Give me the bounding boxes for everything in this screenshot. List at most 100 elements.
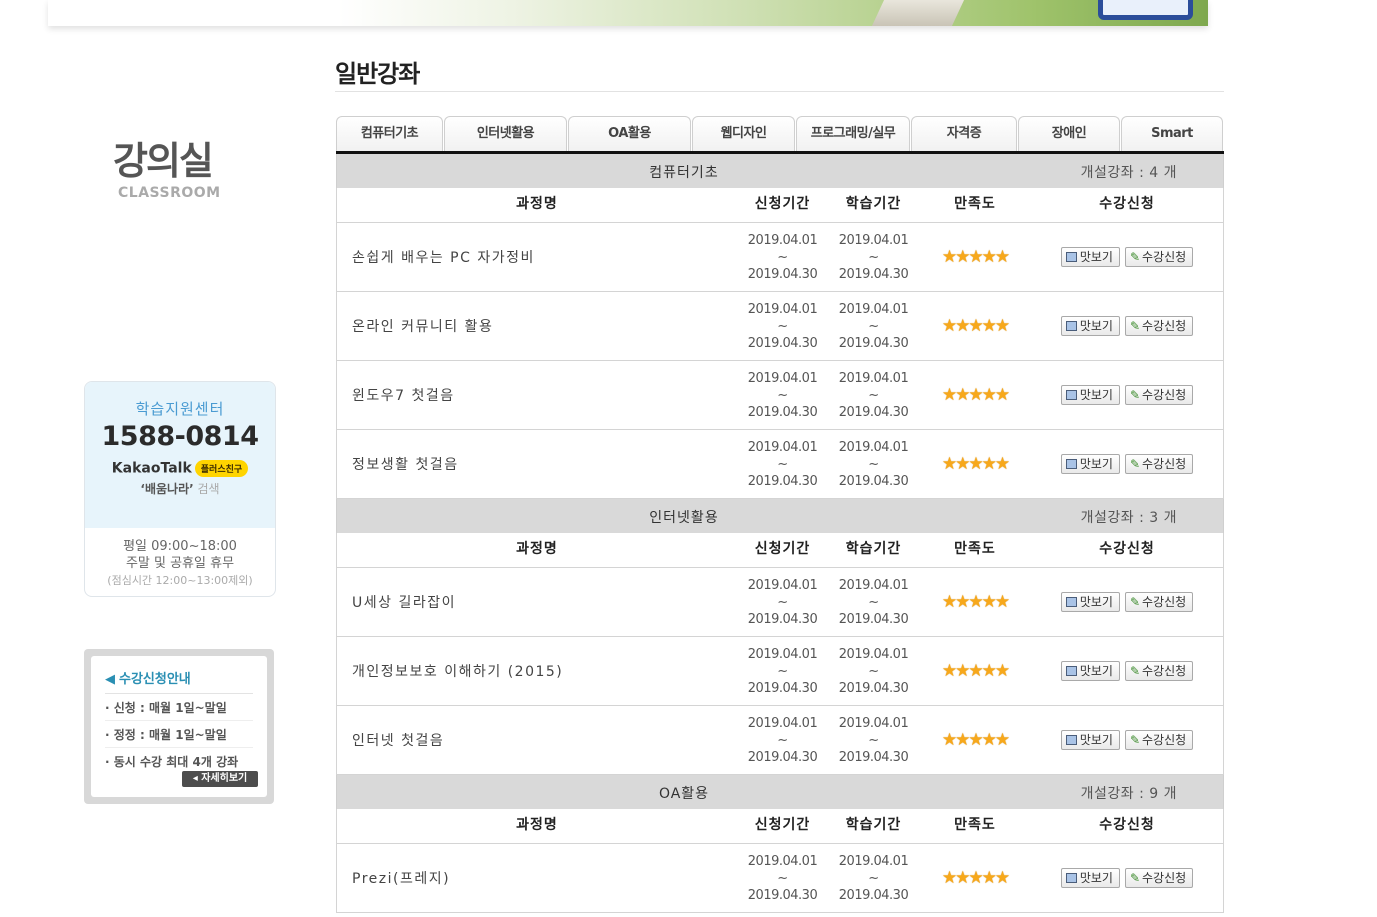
column-header-row: 과정명 신청기간 학습기간 만족도 수강신청 (336, 809, 1224, 844)
tab-internet[interactable]: 인터넷활용 (444, 116, 567, 151)
pencil-icon: ✎ (1129, 319, 1140, 333)
enroll-button[interactable]: ✎ 수강신청 (1124, 385, 1194, 405)
date-separator: ~ (868, 663, 879, 679)
apply-start: 2019.04.01 (747, 439, 818, 455)
course-name[interactable]: 인터넷 첫걸음 (337, 730, 737, 750)
action-buttons: 맛보기 ✎ 수강신청 (1031, 247, 1223, 267)
sidebar-subtitle: CLASSROOM (118, 185, 221, 201)
tab-computer-basics[interactable]: 컴퓨터기초 (336, 116, 443, 151)
col-course-name: 과정명 (516, 196, 558, 212)
study-period: 2019.04.01 ~ 2019.04.30 (828, 715, 919, 766)
enroll-button[interactable]: ✎ 수강신청 (1124, 592, 1194, 612)
sidebar-title: 강의실 (113, 139, 214, 183)
help-phone-number: 1588-0814 (101, 421, 260, 452)
study-start: 2019.04.01 (838, 853, 909, 869)
study-end: 2019.04.30 (838, 611, 909, 627)
satisfaction-stars-icon: ★★★★★ (941, 454, 1010, 474)
study-period: 2019.04.01 ~ 2019.04.30 (828, 439, 919, 490)
apply-end: 2019.04.30 (747, 749, 818, 765)
group-name: OA활용 (658, 786, 710, 802)
action-buttons: 맛보기 ✎ 수강신청 (1031, 592, 1223, 612)
tab-programming[interactable]: 프로그래밍/실무 (796, 116, 910, 151)
action-buttons: 맛보기 ✎ 수강신청 (1031, 730, 1223, 750)
kakao-row: KakaoTalk 플러스친구 (85, 460, 275, 477)
study-end: 2019.04.30 (838, 404, 909, 420)
preview-button[interactable]: 맛보기 (1060, 868, 1120, 888)
enroll-button[interactable]: ✎ 수강신청 (1124, 868, 1194, 888)
action-buttons: 맛보기 ✎ 수강신청 (1031, 316, 1223, 336)
enroll-button[interactable]: ✎ 수강신청 (1124, 316, 1194, 336)
course-name[interactable]: U세상 길라잡이 (337, 592, 737, 612)
preview-button[interactable]: 맛보기 (1060, 316, 1120, 336)
date-separator: ~ (868, 387, 879, 403)
enroll-button[interactable]: ✎ 수강신청 (1124, 661, 1194, 681)
course-name[interactable]: 정보생활 첫걸음 (337, 454, 737, 474)
study-start: 2019.04.01 (838, 577, 909, 593)
table-row: Prezi(프레지) 2019.04.01 ~ 2019.04.30 2019.… (336, 844, 1224, 913)
pencil-icon: ✎ (1129, 388, 1140, 402)
study-end: 2019.04.30 (838, 749, 909, 765)
group-name: 인터넷활용 (649, 510, 719, 526)
preview-button[interactable]: 맛보기 (1060, 661, 1120, 681)
table-row: 온라인 커뮤니티 활용 2019.04.01 ~ 2019.04.30 2019… (336, 292, 1224, 361)
tab-certification[interactable]: 자격증 (911, 116, 1017, 151)
tab-web-design[interactable]: 웹디자인 (692, 116, 795, 151)
date-separator: ~ (777, 456, 788, 472)
study-start: 2019.04.01 (838, 646, 909, 662)
table-row: 인터넷 첫걸음 2019.04.01 ~ 2019.04.30 2019.04.… (336, 706, 1224, 775)
col-apply-period: 신청기간 (754, 541, 811, 557)
course-name[interactable]: 윈도우7 첫걸음 (337, 385, 737, 405)
preview-button[interactable]: 맛보기 (1060, 247, 1120, 267)
hours-weekday: 평일 09:00~18:00 (123, 539, 237, 554)
hours-weekend: 주말 및 공휴일 휴무 (125, 556, 235, 571)
tab-oa[interactable]: OA활용 (568, 116, 691, 151)
kakao-plusfriend-badge: 플러스친구 (194, 460, 249, 477)
date-separator: ~ (777, 387, 788, 403)
study-start: 2019.04.01 (838, 370, 909, 386)
preview-button[interactable]: 맛보기 (1060, 385, 1120, 405)
preview-button[interactable]: 맛보기 (1060, 592, 1120, 612)
apply-start: 2019.04.01 (747, 646, 818, 662)
hours-lunch: (점심시간 12:00~13:00제외) (107, 574, 253, 587)
date-separator: ~ (868, 318, 879, 334)
help-hours: 평일 09:00~18:00 주말 및 공휴일 휴무 (점심시간 12:00~1… (85, 528, 275, 589)
col-satisfaction: 만족도 (954, 541, 996, 557)
table-row: U세상 길라잡이 2019.04.01 ~ 2019.04.30 2019.04… (336, 568, 1224, 637)
tab-smart[interactable]: Smart (1121, 116, 1223, 151)
pencil-icon: ✎ (1129, 733, 1140, 747)
apply-end: 2019.04.30 (747, 404, 818, 420)
date-separator: ~ (777, 594, 788, 610)
satisfaction-stars-icon: ★★★★★ (941, 592, 1010, 612)
category-tabs: 컴퓨터기초 인터넷활용 OA활용 웹디자인 프로그래밍/실무 자격증 장애인 S… (336, 116, 1224, 154)
notice-more-button[interactable]: ◂ 자세히보기 (182, 771, 258, 787)
course-name[interactable]: 손쉽게 배우는 PC 자가정비 (337, 247, 737, 267)
study-end: 2019.04.30 (838, 473, 909, 489)
preview-button[interactable]: 맛보기 (1060, 454, 1120, 474)
apply-start: 2019.04.01 (747, 853, 818, 869)
preview-button[interactable]: 맛보기 (1060, 730, 1120, 750)
table-row: 개인정보보호 이해하기 (2015) 2019.04.01 ~ 2019.04.… (336, 637, 1224, 706)
apply-end: 2019.04.30 (747, 266, 818, 282)
apply-period: 2019.04.01 ~ 2019.04.30 (737, 439, 828, 490)
satisfaction-stars-icon: ★★★★★ (941, 661, 1010, 681)
date-separator: ~ (777, 318, 788, 334)
pencil-icon: ✎ (1129, 457, 1140, 471)
study-period: 2019.04.01 ~ 2019.04.30 (828, 370, 919, 421)
enroll-button[interactable]: ✎ 수강신청 (1124, 730, 1194, 750)
notice-line-apply: · 신청 : 매월 1일~말일 (105, 694, 253, 721)
action-buttons: 맛보기 ✎ 수강신청 (1031, 868, 1223, 888)
course-table: 컴퓨터기초 개설강좌 : 4 개 과정명 신청기간 학습기간 만족도 수강신청 … (336, 154, 1224, 913)
monitor-icon (1065, 873, 1077, 883)
course-name[interactable]: 온라인 커뮤니티 활용 (337, 316, 737, 336)
apply-period: 2019.04.01 ~ 2019.04.30 (737, 577, 828, 628)
action-buttons: 맛보기 ✎ 수강신청 (1031, 661, 1223, 681)
enroll-button[interactable]: ✎ 수강신청 (1124, 454, 1194, 474)
apply-period: 2019.04.01 ~ 2019.04.30 (737, 301, 828, 352)
tab-disabled[interactable]: 장애인 (1018, 116, 1120, 151)
speaker-icon: ◀ (105, 672, 115, 687)
enroll-button[interactable]: ✎ 수강신청 (1124, 247, 1194, 267)
course-name[interactable]: 개인정보보호 이해하기 (2015) (337, 661, 737, 681)
course-name[interactable]: Prezi(프레지) (337, 868, 737, 888)
pencil-icon: ✎ (1129, 664, 1140, 678)
action-buttons: 맛보기 ✎ 수강신청 (1031, 385, 1223, 405)
